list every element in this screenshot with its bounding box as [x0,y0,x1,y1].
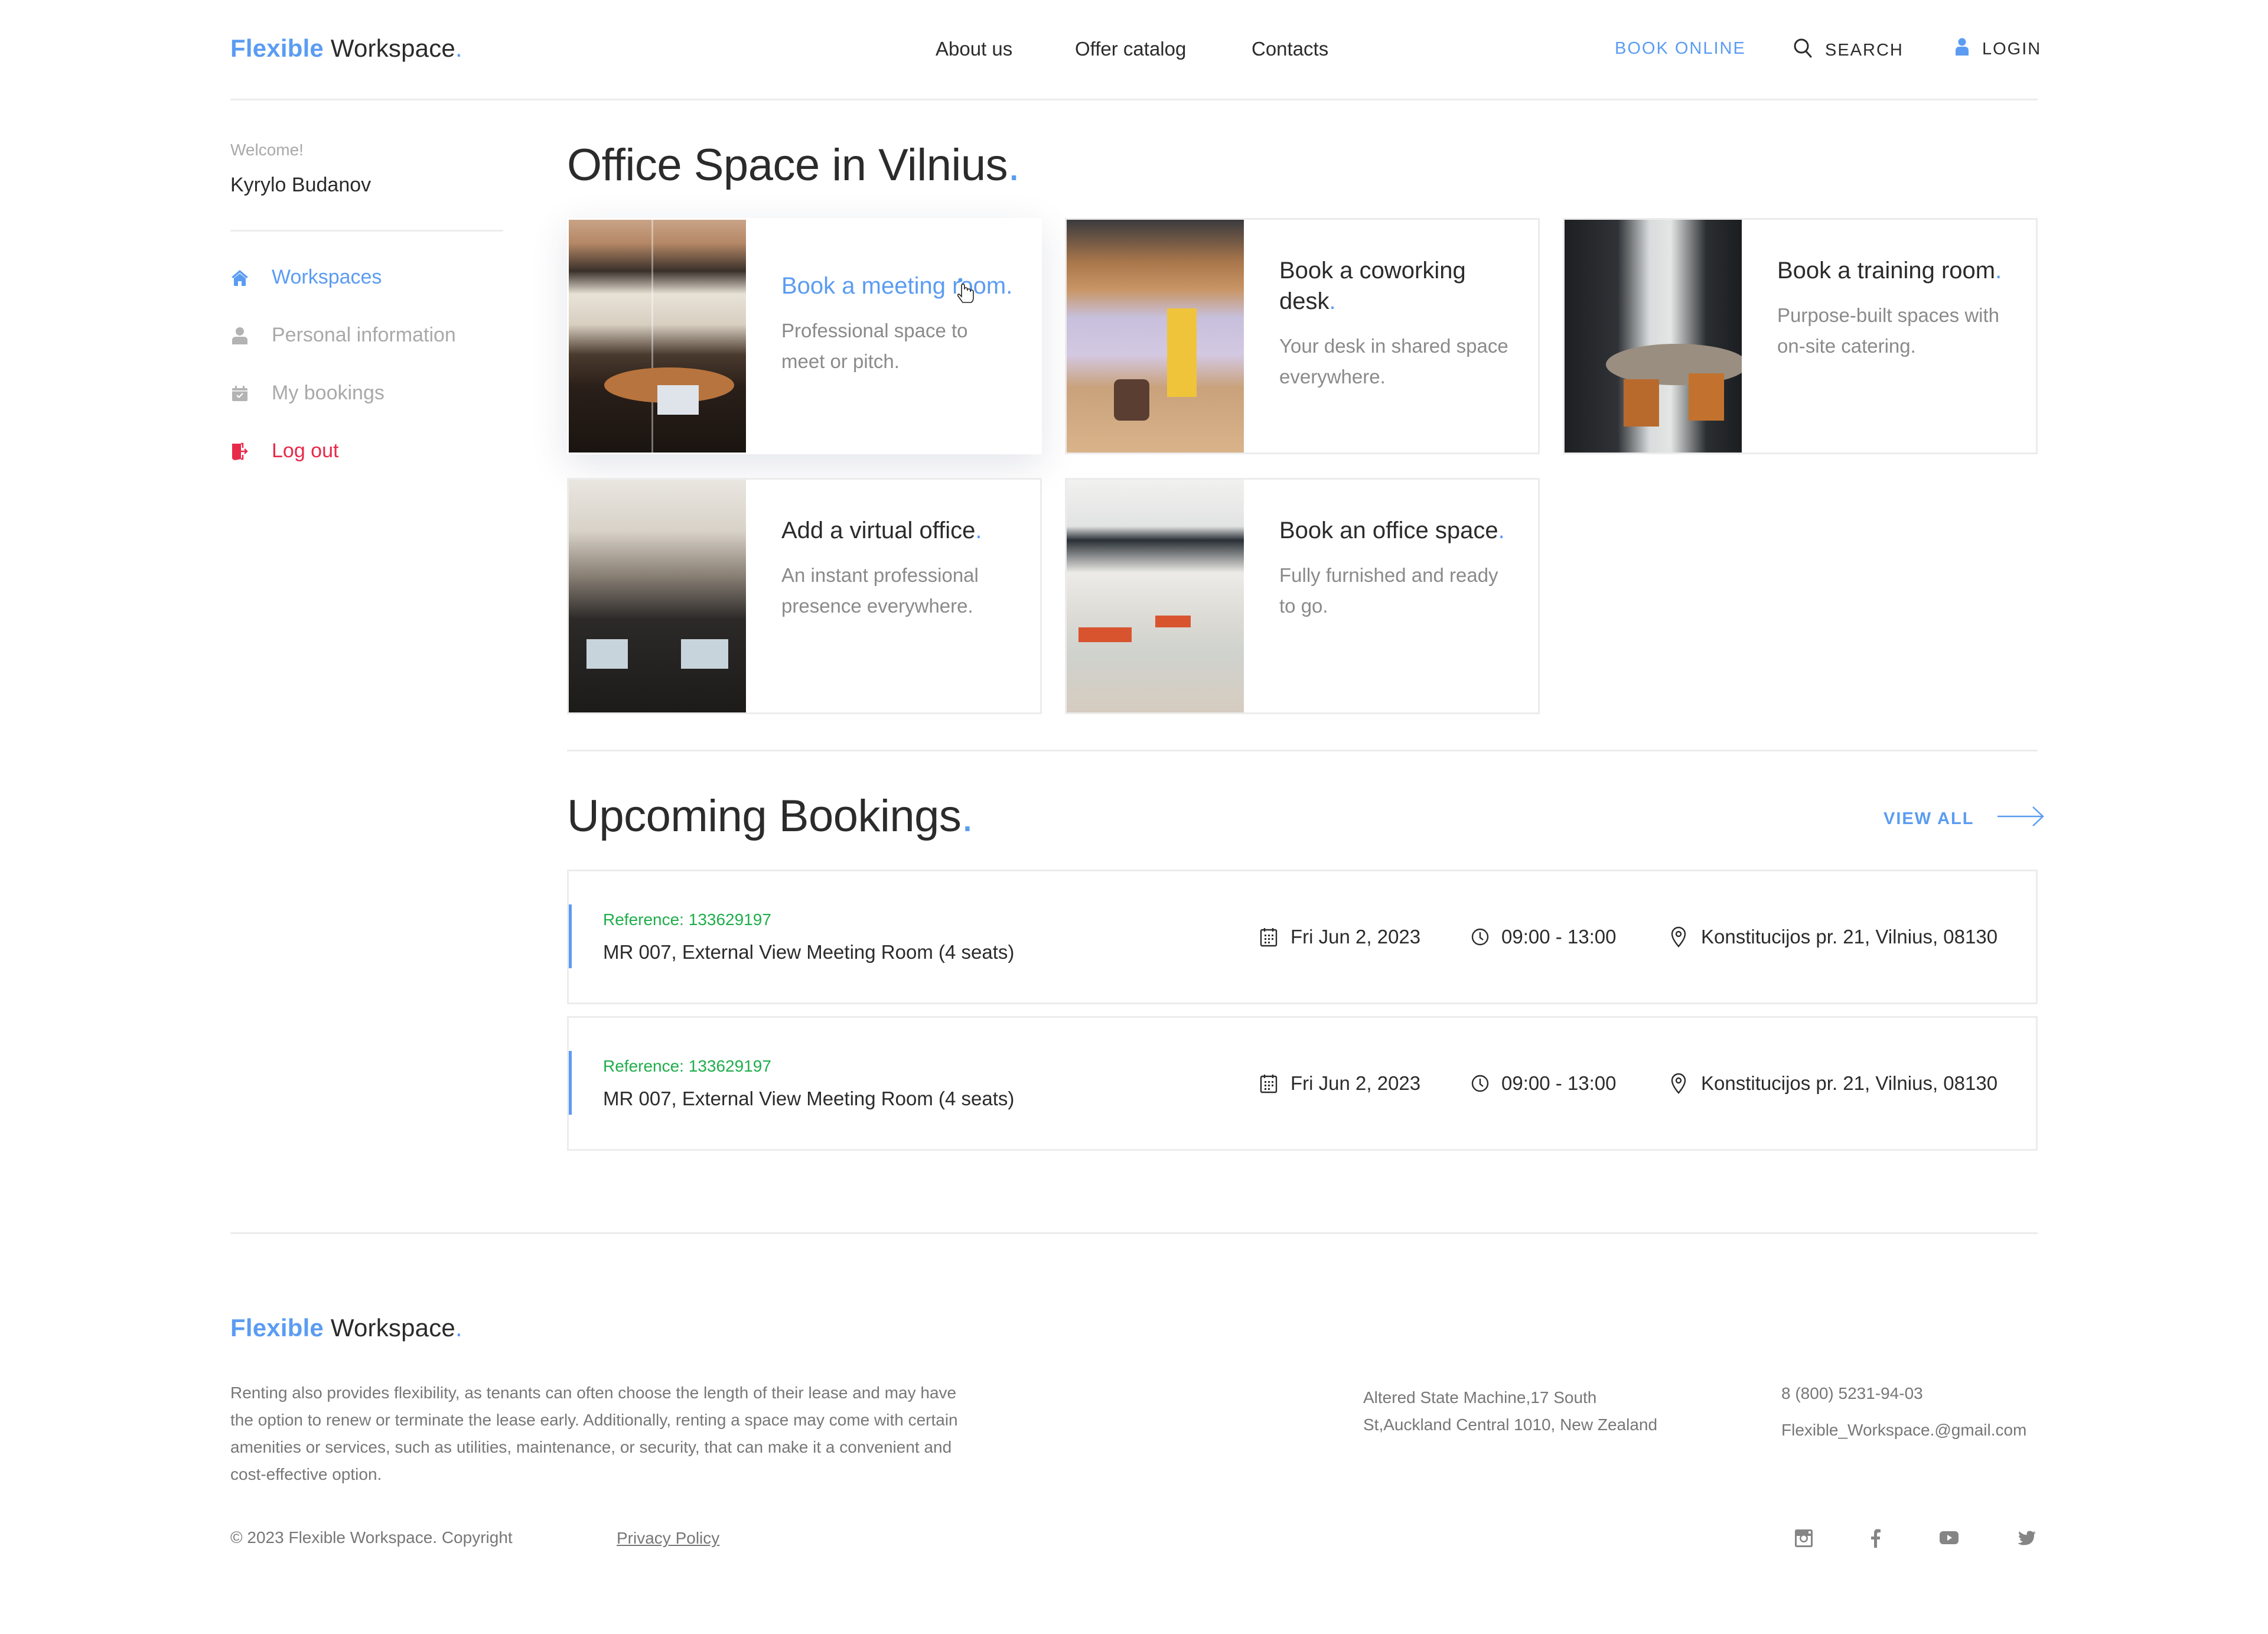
calendar-check-icon [230,384,249,403]
booking-address: Konstitucijos pr. 21, Vilnius, 08130 [1670,871,1997,1002]
coworking-desk-photo [1067,220,1244,453]
user-icon [1955,38,1969,60]
booking-room: MR 007, External View Meeting Room (4 se… [603,941,1015,963]
booking-room: MR 007, External View Meeting Room (4 se… [603,1088,1015,1109]
page-title-text: Office Space in Vilnius [567,140,1008,190]
home-icon [230,268,249,287]
sidebar-item-label: Log out [272,440,339,462]
virtual-office-photo [569,480,746,712]
booking-time: 09:00 - 13:00 [1471,1018,1617,1149]
nav-contacts[interactable]: Contacts [1252,38,1328,60]
footer-logo[interactable]: Flexible Workspace. [230,1314,462,1342]
sidebar-item-log-out[interactable]: Log out [230,440,338,463]
booking-date: Fri Jun 2, 2023 [1260,871,1420,1002]
user-icon [230,326,249,345]
sidebar-item-label: Workspaces [272,266,382,288]
footer-address-line2: St,Auckland Central 1010, New Zealand [1363,1415,1658,1434]
login-button[interactable]: LOGIN [1955,38,2041,60]
nav-about-us[interactable]: About us [936,38,1012,60]
nav-offer-catalog[interactable]: Offer catalog [1075,38,1186,60]
search-button[interactable]: SEARCH [1793,38,1904,63]
card-virtual-office[interactable]: Add a virtual office. An instant profess… [567,478,1042,714]
booking-row[interactable]: Reference: 133629197 MR 007, External Vi… [567,870,2038,1004]
login-label: LOGIN [1982,39,2042,58]
header-divider [230,99,2038,100]
welcome-text: Welcome! [230,141,304,159]
card-description: An instant professional presence everywh… [781,564,979,617]
office-space-photo [1067,480,1244,712]
footer-copyright: © 2023 Flexible Workspace. Copyright [230,1528,513,1547]
footer-divider [230,1232,2038,1234]
page-title-dot: . [1008,140,1020,190]
brand-logo-dot: . [455,34,462,62]
card-title: Book a meeting room. [781,273,1013,299]
booking-reference: Reference: 133629197 [603,910,771,929]
card-description: Professional space to meet or pitch. [781,320,968,372]
booking-row[interactable]: Reference: 133629197 MR 007, External Vi… [567,1016,2038,1151]
card-description: Your desk in shared space everywhere. [1279,335,1508,388]
view-all-label: VIEW ALL [1884,809,1974,828]
bookings-title-text: Upcoming Bookings [567,791,962,841]
section-divider [567,750,2038,751]
card-title: Book a coworking desk. [1279,258,1466,314]
card-meeting-room[interactable]: Book a meeting room. Professional space … [567,218,1042,454]
calendar-icon [1260,1073,1280,1093]
instagram-icon[interactable] [1792,1526,1816,1550]
book-online-label: BOOK ONLINE [1615,39,1746,58]
footer-phone[interactable]: 8 (800) 5231-94-03 [1781,1380,1923,1407]
bookings-title: Upcoming Bookings. [567,791,974,841]
booking-reference: Reference: 133629197 [603,1057,771,1075]
booking-accent-bar [569,1051,572,1115]
footer-address-line1: Altered State Machine,17 South [1363,1388,1597,1407]
youtube-icon[interactable] [1937,1526,1961,1550]
sidebar-item-personal-information[interactable]: Personal information [230,324,456,347]
brand-logo[interactable]: Flexible Workspace. [230,34,462,63]
facebook-icon[interactable] [1864,1526,1888,1550]
search-label: SEARCH [1825,40,1904,60]
booking-date: Fri Jun 2, 2023 [1260,1018,1420,1149]
sidebar-item-workspaces[interactable]: Workspaces [230,266,382,289]
sidebar-item-label: My bookings [272,382,384,404]
book-online-button[interactable]: BOOK ONLINE [1615,39,1746,58]
card-description: Fully furnished and ready to go. [1279,564,1498,617]
search-icon [1793,38,1812,63]
sidebar-item-label: Personal information [272,324,456,346]
card-training-room[interactable]: Book a training room. Purpose-built spac… [1563,218,2038,454]
card-coworking-desk[interactable]: Book a coworking desk. Your desk in shar… [1065,218,1540,454]
card-description: Purpose-built spaces with on-site cateri… [1777,304,2000,357]
booking-accent-bar [569,904,572,968]
booking-address: Konstitucijos pr. 21, Vilnius, 08130 [1670,1018,1997,1149]
user-name: Kyrylo Budanov [230,174,372,196]
location-pin-icon [1670,1073,1690,1094]
hand-cursor-icon [957,278,975,307]
training-room-photo [1565,220,1742,453]
calendar-icon [1260,927,1280,947]
sidebar-item-my-bookings[interactable]: My bookings [230,382,384,405]
clock-icon [1471,927,1491,947]
card-title: Book an office space. [1279,517,1505,543]
brand-logo-part2: Workspace [330,34,455,62]
card-office-space[interactable]: Book an office space. Fully furnished an… [1065,478,1540,714]
logout-icon [230,442,249,461]
footer-email[interactable]: Flexible_Workspace.@gmail.com [1781,1417,2026,1444]
location-pin-icon [1670,926,1690,948]
page-title: Office Space in Vilnius. [567,139,1020,191]
card-title: Book a training room. [1777,258,2002,284]
footer-about: Renting also provides flexibility, as te… [230,1384,958,1483]
booking-time: 09:00 - 13:00 [1471,871,1617,1002]
privacy-policy-link[interactable]: Privacy Policy [617,1529,719,1548]
arrow-right-icon [1997,806,2045,832]
twitter-icon[interactable] [2015,1526,2039,1550]
brand-logo-part1: Flexible [230,34,324,62]
clock-icon [1471,1073,1491,1093]
card-title: Add a virtual office. [781,517,982,543]
view-all-link[interactable]: VIEW ALL [1884,806,2045,832]
meeting-room-photo [569,220,746,453]
sidebar-divider [230,230,503,232]
